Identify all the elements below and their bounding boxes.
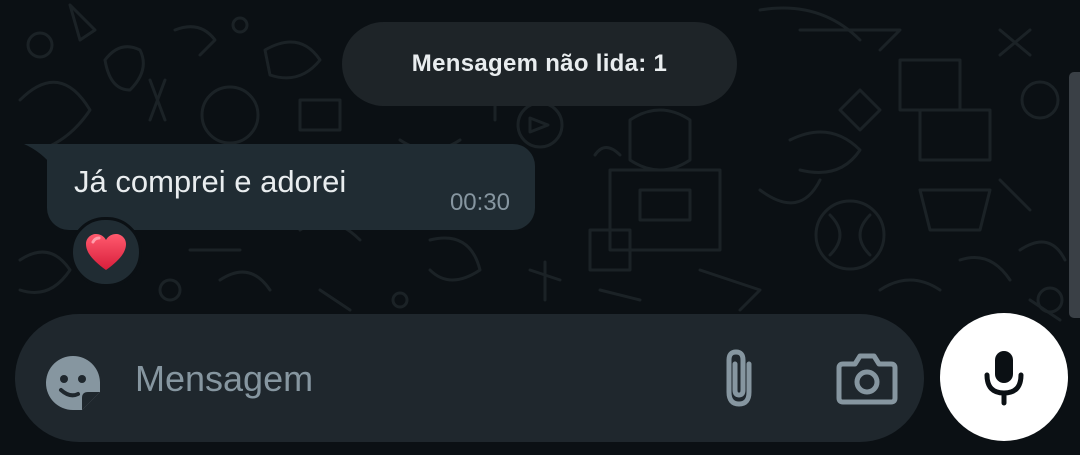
scroll-edge[interactable] xyxy=(1069,72,1080,318)
chat-screen: Mensagem não lida: 1 Já comprei e adorei… xyxy=(0,0,1080,455)
mic-icon xyxy=(984,351,1024,406)
message-text: Já comprei e adorei xyxy=(74,164,347,199)
message-time: 00:30 xyxy=(449,189,510,216)
message-composer xyxy=(15,314,924,442)
camera-icon[interactable] xyxy=(835,348,899,408)
heart-icon xyxy=(86,234,126,270)
paperclip-icon[interactable] xyxy=(715,346,763,412)
incoming-message-bubble[interactable]: Já comprei e adorei 00:30 xyxy=(47,144,535,230)
sticker-icon[interactable] xyxy=(42,352,104,414)
message-input[interactable] xyxy=(133,344,697,414)
unread-banner-text: Mensagem não lida: 1 xyxy=(411,50,668,77)
unread-messages-banner: Mensagem não lida: 1 xyxy=(342,22,737,106)
message-reaction[interactable] xyxy=(70,217,142,287)
voice-message-button[interactable] xyxy=(940,313,1068,441)
